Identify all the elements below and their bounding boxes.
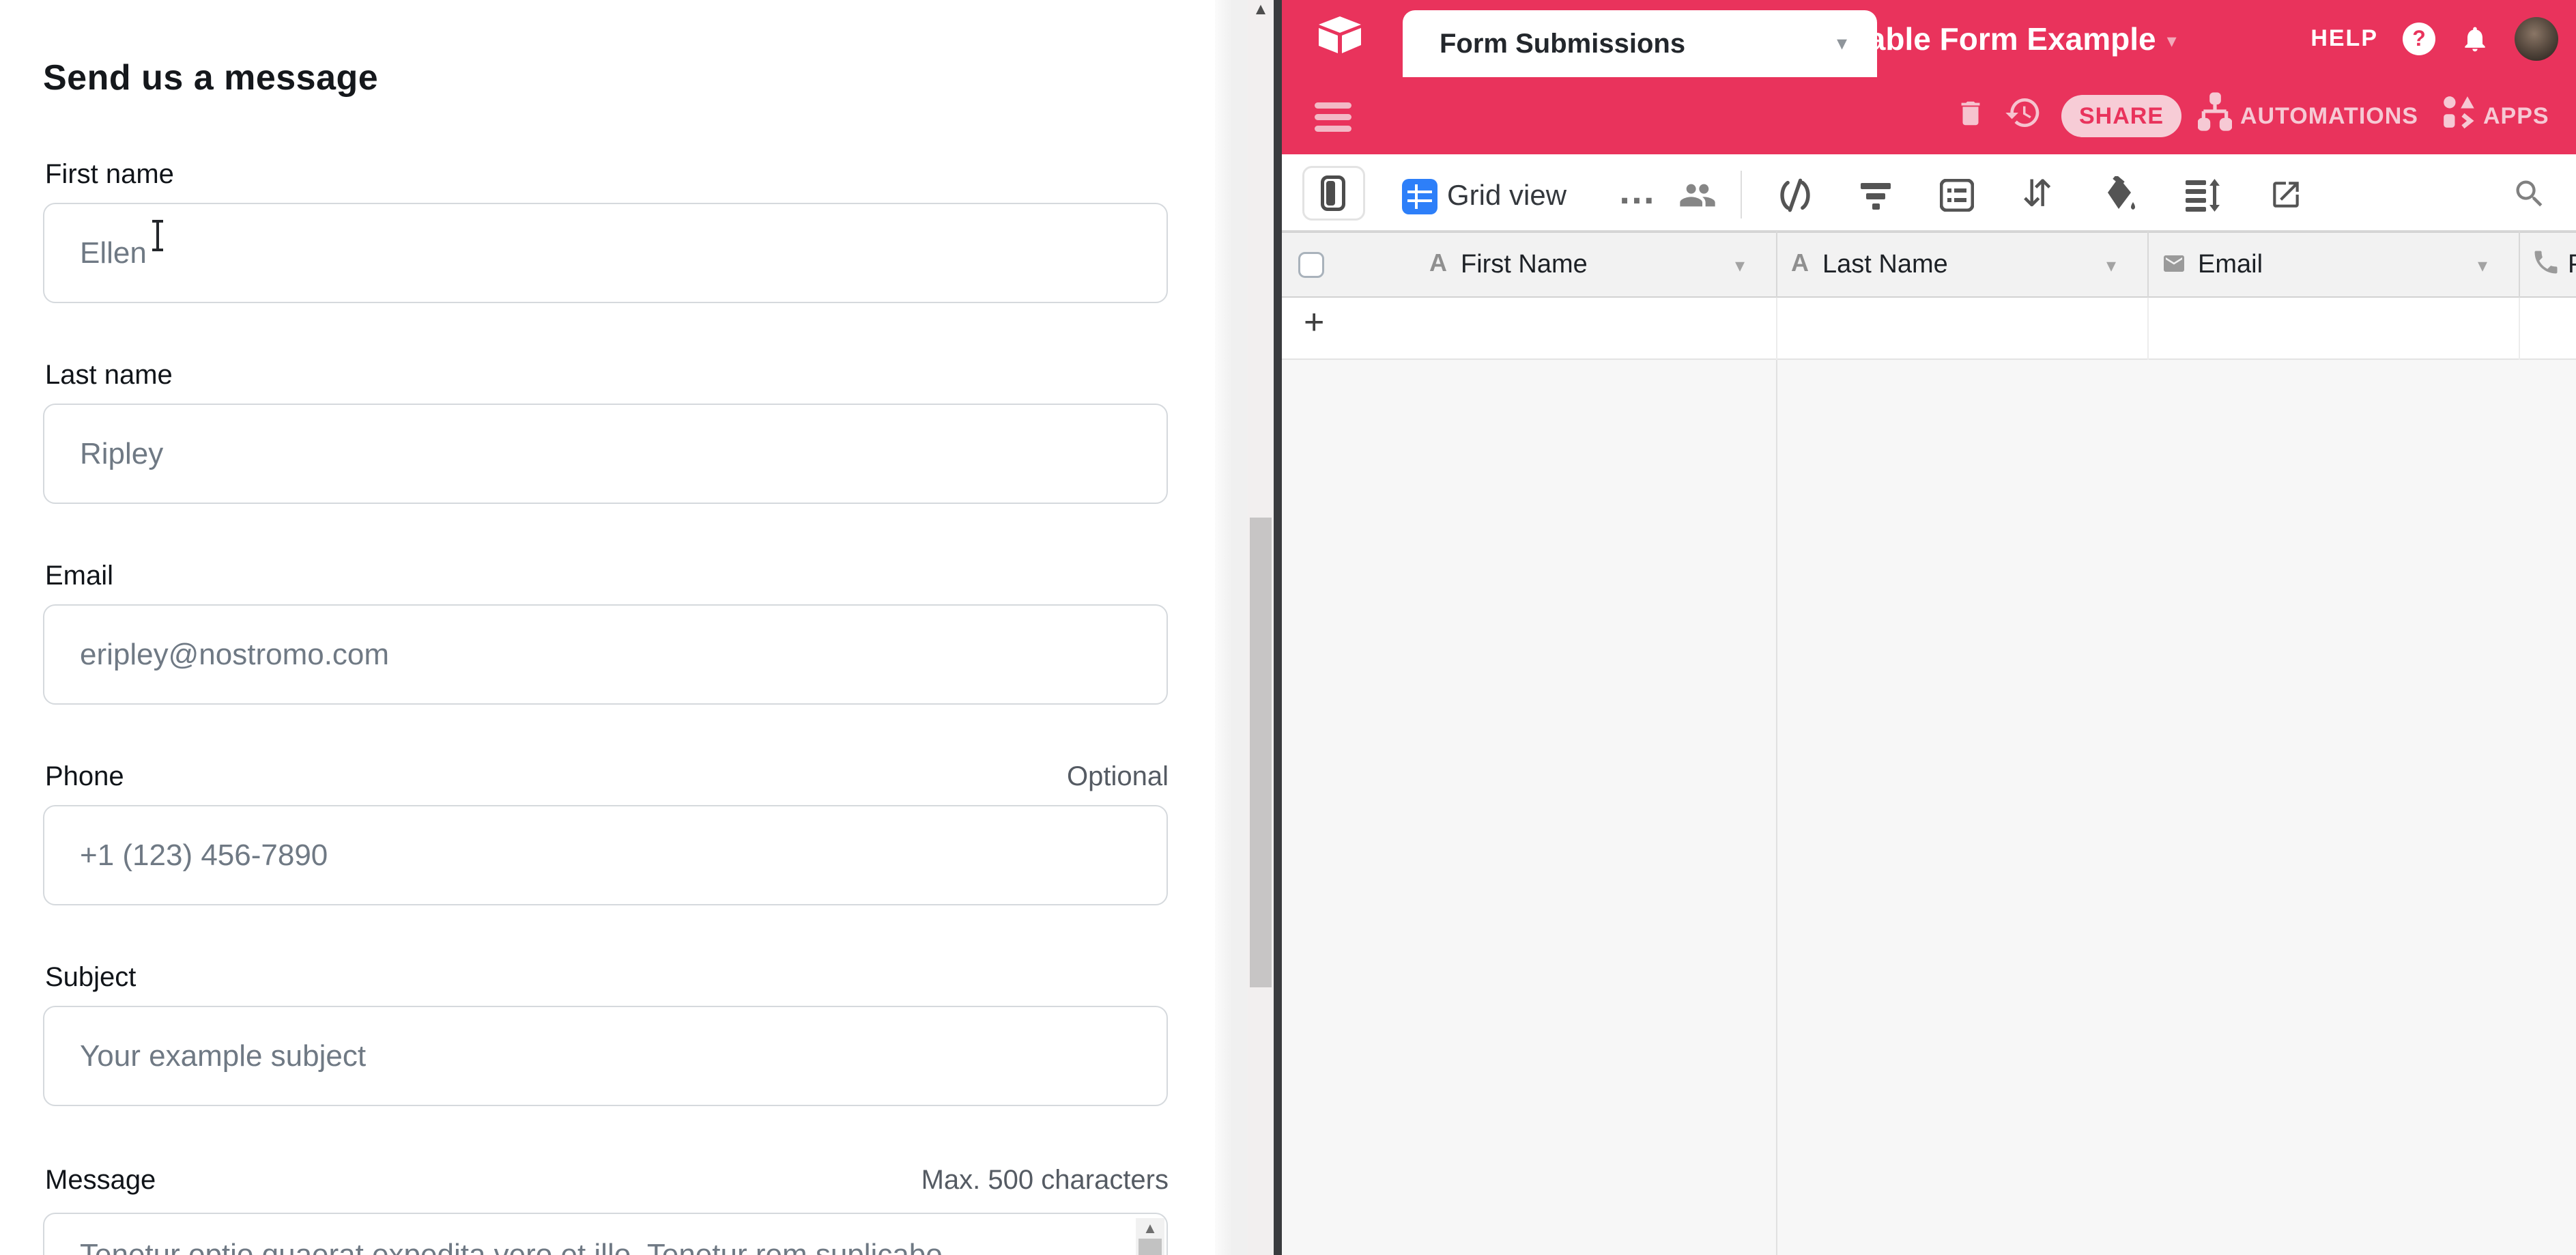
column-menu-caret-icon[interactable]: ▾ bbox=[1735, 254, 1745, 277]
column-header-last-name[interactable]: Last Name bbox=[1822, 250, 1948, 279]
single-line-text-icon: A bbox=[1429, 249, 1447, 277]
share-button[interactable]: SHARE bbox=[2061, 95, 2181, 137]
column-header-phone[interactable]: Phone bbox=[2568, 250, 2576, 279]
page-title: Send us a message bbox=[43, 57, 378, 98]
row-height-icon[interactable] bbox=[2184, 179, 2220, 212]
column-divider[interactable] bbox=[2147, 231, 2149, 298]
email-input[interactable] bbox=[43, 604, 1168, 705]
column-divider[interactable] bbox=[2519, 231, 2520, 298]
apps-icon[interactable] bbox=[2442, 94, 2476, 130]
first-name-label: First name bbox=[45, 159, 174, 190]
column-divider bbox=[1776, 298, 1777, 360]
automations-icon[interactable] bbox=[2198, 91, 2232, 134]
filter-icon[interactable] bbox=[1859, 180, 1892, 213]
last-name-input[interactable] bbox=[43, 404, 1168, 504]
message-maxchars-hint: Max. 500 characters bbox=[921, 1165, 1169, 1196]
select-all-checkbox[interactable] bbox=[1298, 252, 1324, 278]
email-field-icon bbox=[2160, 251, 2188, 276]
grid-view-icon[interactable] bbox=[1402, 179, 1437, 214]
email-label: Email bbox=[45, 561, 113, 591]
search-icon[interactable] bbox=[2512, 176, 2547, 212]
airtable-pane: Workers Airtable Form Example ▾ HELP ? F… bbox=[1282, 0, 2576, 1255]
table-tab-label: Form Submissions bbox=[1440, 10, 1685, 77]
view-sidebar-toggle-button[interactable] bbox=[1302, 166, 1365, 221]
share-view-icon[interactable] bbox=[2269, 178, 2303, 212]
table-tab-form-submissions[interactable]: Form Submissions ▾ bbox=[1403, 10, 1877, 77]
add-row-band bbox=[1282, 298, 2576, 360]
hide-fields-icon[interactable] bbox=[1777, 176, 1813, 214]
scroll-up-arrow-icon[interactable]: ▲ bbox=[1136, 1219, 1164, 1237]
column-menu-caret-icon[interactable]: ▾ bbox=[2478, 254, 2487, 277]
history-icon[interactable] bbox=[2004, 93, 2042, 132]
page-scrollbar-thumb[interactable] bbox=[1250, 518, 1272, 987]
page-scroll-up-arrow-icon[interactable]: ▲ bbox=[1248, 0, 1274, 19]
sort-icon[interactable]: ⇵ bbox=[2022, 172, 2052, 215]
phone-field-icon bbox=[2531, 247, 2561, 277]
message-textarea[interactable]: Tenetur optio quaerat expedita vero et i… bbox=[43, 1213, 1168, 1255]
column-divider bbox=[2519, 298, 2520, 360]
viewbar-divider bbox=[1741, 171, 1742, 218]
contact-form-pane: Send us a message First name Last name E… bbox=[0, 0, 1215, 1255]
column-header-email[interactable]: Email bbox=[2198, 250, 2263, 279]
trash-icon[interactable] bbox=[1955, 94, 1986, 132]
textarea-scrollbar-thumb[interactable] bbox=[1139, 1239, 1162, 1255]
phone-input[interactable] bbox=[43, 805, 1168, 905]
group-icon[interactable] bbox=[1940, 179, 1974, 212]
phone-label: Phone bbox=[45, 761, 124, 792]
apps-button[interactable]: APPS bbox=[2483, 96, 2549, 137]
column-divider[interactable] bbox=[1776, 231, 1777, 298]
single-line-text-icon: A bbox=[1791, 249, 1809, 277]
user-avatar[interactable] bbox=[2515, 17, 2558, 61]
table-tab-caret-icon[interactable]: ▾ bbox=[1837, 10, 1847, 77]
header-right-cluster: HELP ? bbox=[2310, 0, 2558, 77]
phone-optional-hint: Optional bbox=[1067, 761, 1169, 792]
column-header-first-name[interactable]: First Name bbox=[1461, 250, 1588, 279]
notifications-bell-icon[interactable] bbox=[2460, 21, 2490, 57]
last-name-label: Last name bbox=[45, 360, 173, 391]
screen: Send us a message First name Last name E… bbox=[0, 0, 2576, 1255]
text-cursor-icon bbox=[152, 220, 164, 251]
collaborators-icon[interactable] bbox=[1678, 176, 1717, 214]
subject-input[interactable] bbox=[43, 1006, 1168, 1106]
column-menu-caret-icon[interactable]: ▾ bbox=[2106, 254, 2116, 277]
column-divider bbox=[2147, 298, 2149, 360]
view-name[interactable]: Grid view bbox=[1447, 179, 1566, 212]
pane-divider[interactable] bbox=[1274, 0, 1282, 1255]
sidebar-toggle-icon bbox=[1321, 175, 1345, 211]
color-icon[interactable] bbox=[2104, 176, 2138, 213]
subject-label: Subject bbox=[45, 962, 136, 993]
primary-column-divider bbox=[1776, 360, 1777, 1255]
view-options-ellipsis-icon[interactable]: … bbox=[1618, 168, 1656, 212]
base-title-caret-icon[interactable]: ▾ bbox=[2167, 25, 2177, 52]
add-row-button[interactable]: + bbox=[1304, 302, 1324, 343]
help-question-icon[interactable]: ? bbox=[2403, 23, 2435, 55]
automations-button[interactable]: AUTOMATIONS bbox=[2240, 96, 2418, 137]
help-button[interactable]: HELP bbox=[2310, 25, 2378, 52]
first-name-input[interactable] bbox=[43, 203, 1168, 303]
message-label: Message bbox=[45, 1165, 156, 1196]
menu-hamburger-icon[interactable] bbox=[1315, 102, 1351, 137]
